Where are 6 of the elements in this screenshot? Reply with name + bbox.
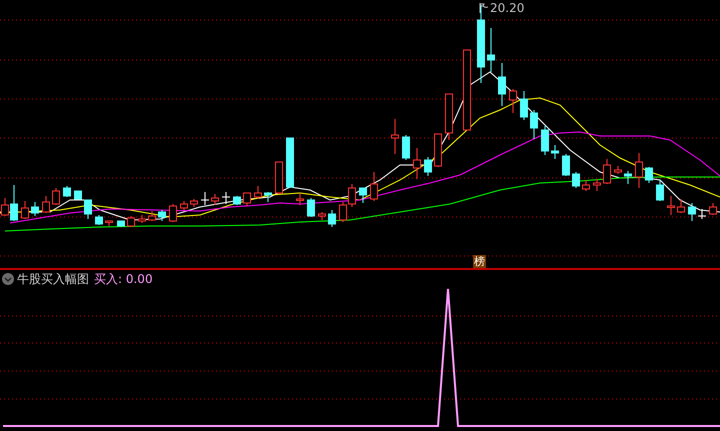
peak-price-label: 20.20 [490,1,524,15]
indicator-reading: 买入: 0.00 [94,272,153,286]
collapse-toggle-icon[interactable] [2,273,14,285]
indicator-title: 牛股买入幅图 [17,272,89,286]
flag-icon [479,3,488,13]
event-badge: 榜 [473,255,486,268]
